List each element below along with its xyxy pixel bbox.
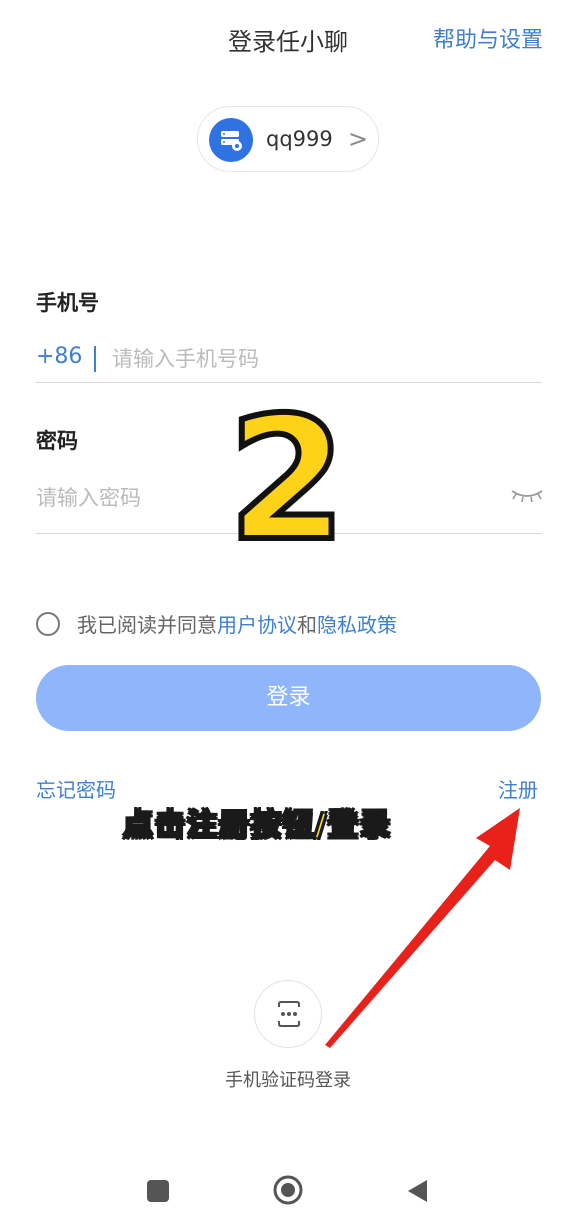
- agreement-prefix: 我已阅读并同意: [77, 613, 217, 637]
- agreement-checkbox[interactable]: [36, 612, 60, 636]
- server-name: qq999: [266, 127, 333, 151]
- help-settings-link[interactable]: 帮助与设置: [433, 22, 543, 54]
- country-code-selector[interactable]: +86: [36, 344, 82, 369]
- phone-input[interactable]: [112, 344, 532, 374]
- user-agreement-link[interactable]: 用户协议: [217, 613, 297, 637]
- instruction-caption: 点击注册按钮/登录: [122, 807, 392, 844]
- sms-code-icon: [278, 1001, 300, 1027]
- step-number-overlay: 2: [225, 381, 349, 579]
- agreement-text: 我已阅读并同意用户协议和隐私政策: [77, 609, 397, 638]
- back-icon[interactable]: [405, 1178, 431, 1204]
- login-button[interactable]: 登录: [36, 665, 541, 731]
- password-label: 密码: [36, 429, 78, 453]
- server-selector[interactable]: qq999 >: [197, 106, 379, 172]
- forgot-password-link[interactable]: 忘记密码: [36, 774, 116, 803]
- sms-login-button[interactable]: [254, 980, 322, 1048]
- chevron-right-icon: >: [348, 125, 369, 153]
- home-icon[interactable]: [272, 1174, 304, 1206]
- phone-label: 手机号: [36, 291, 99, 315]
- eye-closed-icon[interactable]: [510, 485, 544, 505]
- recent-apps-icon[interactable]: [147, 1180, 169, 1202]
- register-link[interactable]: 注册: [498, 774, 538, 803]
- agreement-and: 和: [297, 613, 317, 637]
- sms-login-label: 手机验证码登录: [225, 1070, 351, 1091]
- country-code-divider: [94, 346, 96, 372]
- server-icon: [209, 118, 253, 162]
- privacy-policy-link[interactable]: 隐私政策: [317, 613, 397, 637]
